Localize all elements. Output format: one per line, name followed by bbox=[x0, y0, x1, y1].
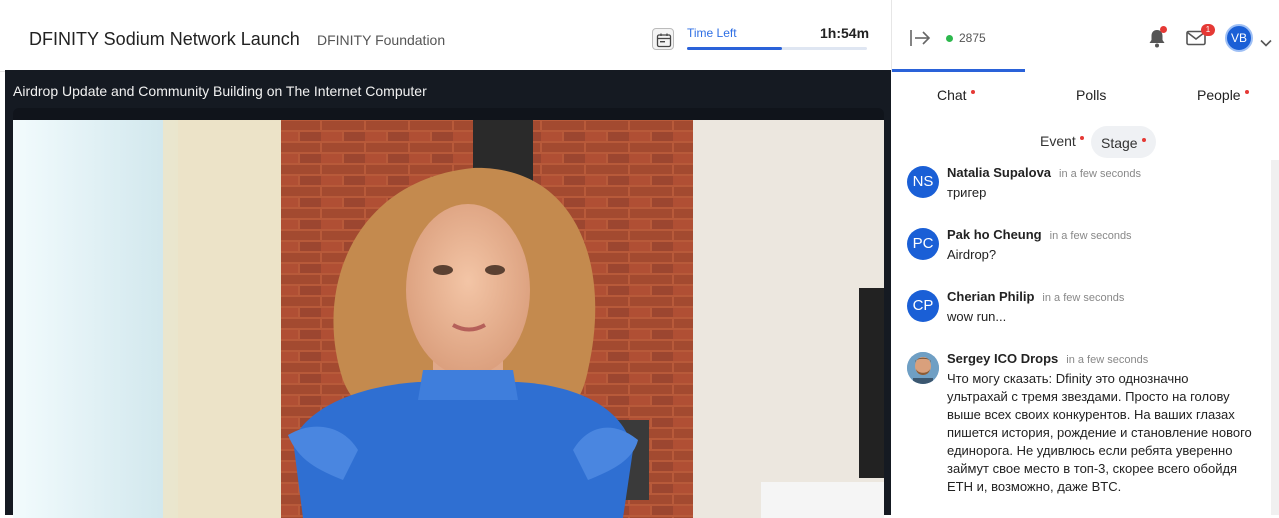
chat-subtabs: Event Stage bbox=[891, 126, 1279, 158]
session-title: Airdrop Update and Community Building on… bbox=[13, 83, 427, 99]
mail-badge: 1 bbox=[1201, 24, 1215, 36]
author-name[interactable]: Natalia Supalova bbox=[947, 165, 1051, 180]
author-name[interactable]: Sergey ICO Drops bbox=[947, 351, 1058, 366]
tab-polls[interactable]: Polls bbox=[1076, 87, 1106, 103]
time-left-progress bbox=[687, 47, 867, 50]
event-header: DFINITY Sodium Network Launch DFINITY Fo… bbox=[0, 0, 891, 72]
time-left-label: Time Left bbox=[687, 26, 737, 40]
event-title: DFINITY Sodium Network Launch bbox=[29, 29, 300, 49]
avatar[interactable]: CP bbox=[907, 290, 939, 322]
tab-chat-label: Chat bbox=[937, 87, 967, 103]
message-text: wow run... bbox=[947, 309, 1007, 324]
video-player[interactable] bbox=[13, 108, 884, 518]
message-author: Natalia Supalova in a few seconds bbox=[947, 165, 1141, 180]
message-time: in a few seconds bbox=[1042, 292, 1125, 304]
author-name[interactable]: Pak ho Cheung bbox=[947, 227, 1042, 242]
message-time: in a few seconds bbox=[1066, 354, 1149, 366]
time-left-value: 1h:54m bbox=[820, 25, 870, 41]
sidebar-tabs: Chat Polls People bbox=[891, 72, 1279, 118]
video-frame-image bbox=[13, 120, 884, 518]
video-panel: Airdrop Update and Community Building on… bbox=[5, 70, 891, 518]
tab-chat[interactable]: Chat bbox=[937, 87, 975, 103]
message-text: тригер bbox=[947, 185, 987, 200]
sidebar-header: 2875 1 VB bbox=[891, 0, 1279, 72]
subtab-event-label: Event bbox=[1040, 133, 1076, 149]
author-name[interactable]: Cherian Philip bbox=[947, 289, 1034, 304]
chat-scrollbar[interactable] bbox=[1271, 160, 1279, 515]
message-text: Что могу сказать: Dfinity это однозначно… bbox=[947, 371, 1252, 494]
chevron-down-icon[interactable] bbox=[1260, 34, 1272, 52]
subtab-stage-label: Stage bbox=[1101, 135, 1138, 151]
tab-chat-dot bbox=[970, 90, 975, 94]
subtab-event-dot bbox=[1079, 136, 1084, 140]
avatar-photo bbox=[907, 352, 939, 384]
exit-icon[interactable] bbox=[909, 29, 931, 52]
message-time: in a few seconds bbox=[1059, 168, 1141, 180]
calendar-icon[interactable] bbox=[652, 28, 674, 50]
tab-people-label: People bbox=[1197, 87, 1241, 103]
tab-polls-label: Polls bbox=[1076, 87, 1107, 103]
notification-dot bbox=[1160, 26, 1167, 33]
message-author: Sergey ICO Drops in a few seconds bbox=[947, 351, 1148, 366]
tab-people[interactable]: People bbox=[1197, 87, 1249, 103]
message-author: Cherian Philip in a few seconds bbox=[947, 289, 1124, 304]
online-count: 2875 bbox=[959, 31, 986, 45]
time-left-progress-fill bbox=[687, 47, 783, 50]
message-time: in a few seconds bbox=[1049, 230, 1132, 242]
subtab-event[interactable]: Event bbox=[1040, 133, 1084, 149]
message-author: Pak ho Cheung in a few seconds bbox=[947, 227, 1132, 242]
message-text: Airdrop? bbox=[947, 247, 997, 262]
subtab-stage[interactable]: Stage bbox=[1091, 126, 1156, 158]
tab-people-dot bbox=[1244, 90, 1249, 94]
event-organizer[interactable]: DFINITY Foundation bbox=[317, 32, 445, 48]
subtab-stage-dot bbox=[1141, 138, 1146, 142]
avatar[interactable]: NS bbox=[907, 166, 939, 198]
avatar[interactable] bbox=[907, 352, 939, 384]
avatar[interactable]: PC bbox=[907, 228, 939, 260]
chat-messages[interactable]: NS Natalia Supalova in a few seconds триг… bbox=[891, 160, 1279, 515]
user-avatar[interactable]: VB bbox=[1225, 24, 1253, 52]
online-status-icon bbox=[946, 35, 953, 42]
